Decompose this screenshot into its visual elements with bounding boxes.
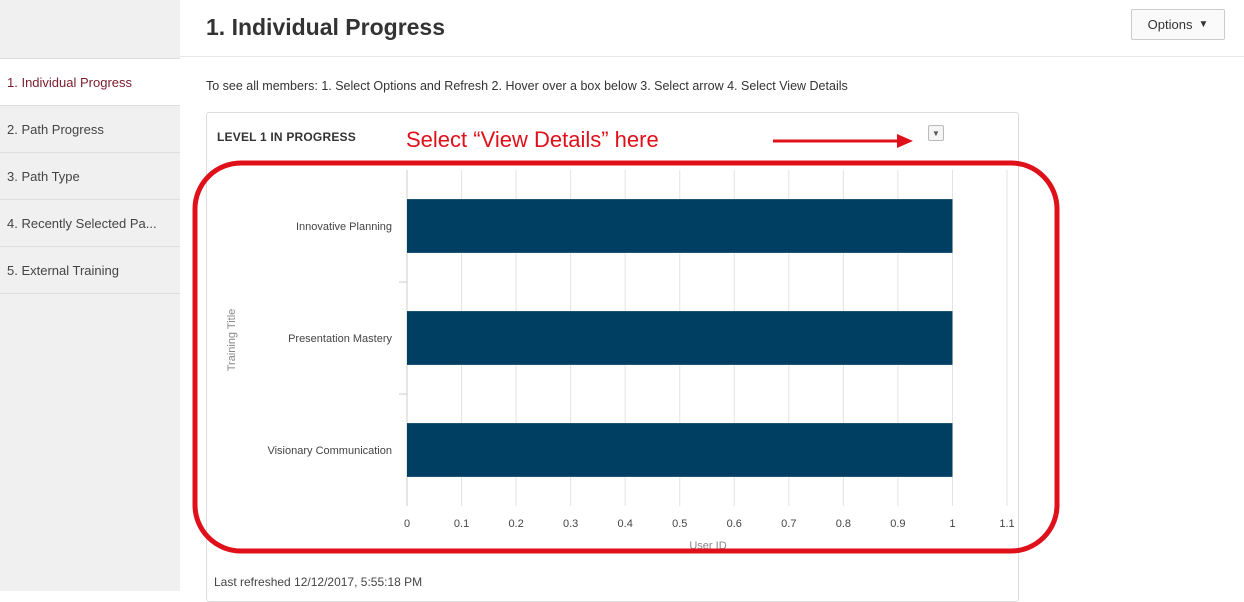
annotation-arrow [773, 134, 913, 148]
x-tick-label: 0.7 [781, 518, 796, 530]
chart-svg: 0 0.1 0.2 0.3 0.4 0.5 0.6 0.7 0.8 0.9 1 1.1 Innovati… [192, 134, 1060, 554]
bar[interactable] [407, 199, 953, 253]
x-tick-label: 0.8 [836, 518, 851, 530]
y-category-label: Presentation Mastery [288, 333, 392, 345]
x-tick-label: 0.3 [563, 518, 578, 530]
y-category-label: Visionary Communication [267, 445, 392, 457]
x-tick-label: 0.6 [727, 518, 742, 530]
x-tick-label: 0.4 [618, 518, 633, 530]
y-category-label: Innovative Planning [296, 221, 392, 233]
last-refreshed: Last refreshed 12/12/2017, 5:55:18 PM [214, 575, 423, 589]
x-tick-label: 0.1 [454, 518, 469, 530]
x-tick-label: 1.1 [999, 518, 1014, 530]
x-tick-label: 0.2 [508, 518, 523, 530]
x-tick-label: 0.9 [890, 518, 905, 530]
x-tick-label: 0.5 [672, 518, 687, 530]
bar[interactable] [407, 423, 953, 477]
bar-layer [407, 199, 953, 477]
label-layer: 0 0.1 0.2 0.3 0.4 0.5 0.6 0.7 0.8 0.9 1 1.1 Innovati… [267, 221, 1014, 530]
x-tick-label: 0 [404, 518, 410, 530]
x-tick-label: 1 [949, 518, 955, 530]
y-axis-title: Training Title [226, 309, 238, 372]
bar[interactable] [407, 311, 953, 365]
